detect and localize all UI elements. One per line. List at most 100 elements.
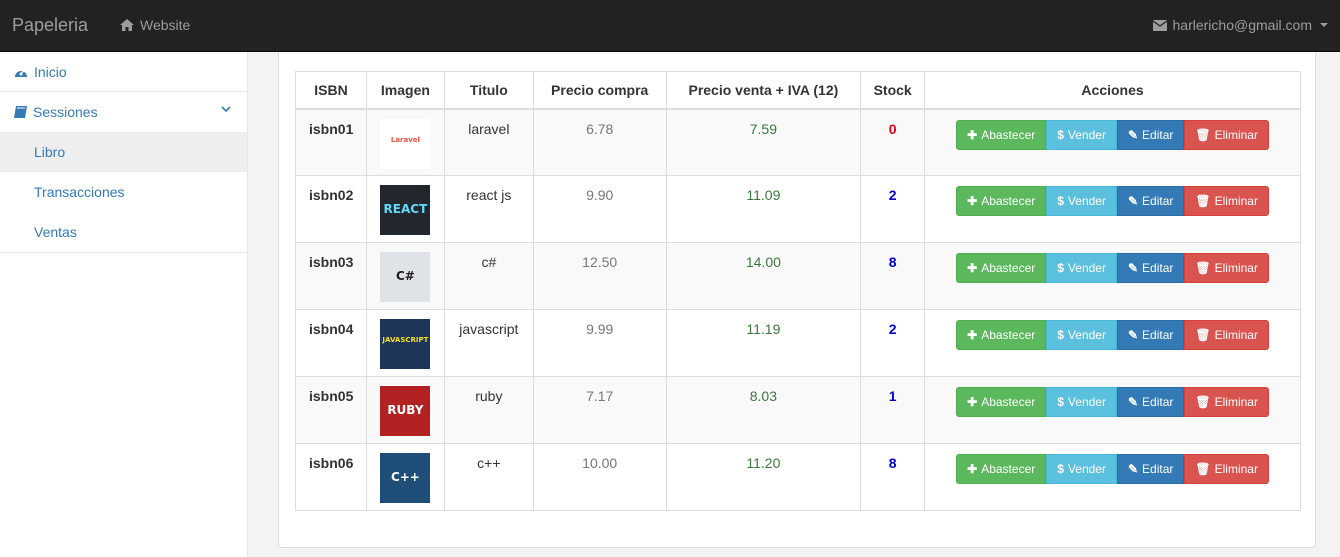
trash-icon: 🗑 bbox=[1195, 261, 1211, 275]
cell-stock: 2 bbox=[860, 309, 926, 377]
cell-precio-venta: 8.03 bbox=[665, 376, 862, 444]
editar-button[interactable]: ✎ Editar bbox=[1116, 119, 1185, 150]
editar-button[interactable]: ✎ Editar bbox=[1116, 320, 1185, 350]
chevron-down-icon bbox=[221, 106, 231, 113]
sidebar-item-sessiones[interactable]: Sessiones bbox=[0, 92, 247, 132]
vender-button[interactable]: $ Vender bbox=[1046, 387, 1117, 417]
button-label: Editar bbox=[1142, 127, 1174, 142]
plus-icon: ✚ bbox=[967, 462, 978, 476]
cell-precio-venta: 11.20 bbox=[665, 443, 862, 511]
cell-titulo: ruby bbox=[443, 376, 534, 444]
button-label: Editar bbox=[1142, 328, 1174, 342]
abastecer-button[interactable]: ✚ Abastecer bbox=[956, 186, 1047, 216]
cell-precio-compra: 9.90 bbox=[532, 175, 667, 243]
cell-titulo: react js bbox=[443, 175, 534, 243]
sidebar-subitem-libro[interactable]: Libro bbox=[0, 132, 247, 172]
trash-icon: 🗑 bbox=[1195, 328, 1211, 342]
vender-button[interactable]: $ Vender bbox=[1046, 320, 1117, 350]
cell-isbn: isbn01 bbox=[295, 108, 367, 176]
editar-button[interactable]: ✎ Editar bbox=[1116, 186, 1185, 216]
button-label: Eliminar bbox=[1214, 261, 1258, 275]
button-label: Abastecer bbox=[981, 395, 1036, 409]
cell-acciones: ✚ Abastecer $ Vender ✎ Editar 🗑 Eliminar bbox=[924, 443, 1301, 511]
vender-button[interactable]: $ Vender bbox=[1046, 119, 1117, 150]
cell-isbn: isbn05 bbox=[295, 376, 367, 444]
cover-title: RUBY bbox=[387, 403, 424, 417]
trash-icon: 🗑 bbox=[1195, 395, 1211, 409]
edit-icon: ✎ bbox=[1127, 328, 1139, 342]
abastecer-button[interactable]: ✚ Abastecer bbox=[956, 454, 1047, 484]
editar-button[interactable]: ✎ Editar bbox=[1116, 387, 1185, 417]
user-email: harlericho@gmail.com bbox=[1172, 17, 1312, 33]
abastecer-button[interactable]: ✚ Abastecer bbox=[956, 119, 1047, 150]
table-row: isbn01 Laravel laravel 6.78 7.59 0 ✚ Abastecer $… bbox=[295, 108, 1301, 176]
sidebar-group-sessiones: Sessiones Libro Transacciones Ventas bbox=[0, 92, 247, 253]
user-dropdown[interactable]: harlericho@gmail.com bbox=[1152, 17, 1328, 33]
button-label: Eliminar bbox=[1214, 462, 1258, 476]
cell-stock: 8 bbox=[860, 242, 926, 310]
button-label: Editar bbox=[1142, 194, 1174, 208]
dollar-icon: $ bbox=[1057, 261, 1064, 275]
dollar-icon: $ bbox=[1057, 328, 1064, 342]
editar-button[interactable]: ✎ Editar bbox=[1116, 253, 1185, 283]
table-row: isbn05 RUBY ruby 7.17 8.03 1 ✚ Abastecer $ Vender… bbox=[295, 376, 1301, 444]
sidebar-item-inicio[interactable]: Inicio bbox=[0, 52, 247, 92]
cell-imagen: REACT bbox=[365, 175, 445, 243]
cover-title: REACT bbox=[383, 202, 428, 216]
cell-titulo: javascript bbox=[443, 309, 534, 377]
button-label: Abastecer bbox=[981, 127, 1036, 142]
sidebar-subitem-transacciones[interactable]: Transacciones bbox=[0, 172, 247, 212]
cell-stock: 2 bbox=[860, 175, 926, 243]
eliminar-button[interactable]: 🗑 Eliminar bbox=[1184, 454, 1269, 484]
cell-precio-compra: 7.17 bbox=[532, 376, 667, 444]
button-label: Vender bbox=[1067, 261, 1106, 275]
abastecer-button[interactable]: ✚ Abastecer bbox=[956, 387, 1047, 417]
eliminar-button[interactable]: 🗑 Eliminar bbox=[1184, 119, 1269, 150]
cell-precio-compra: 12.50 bbox=[532, 242, 667, 310]
plus-icon: ✚ bbox=[967, 395, 978, 409]
header-titulo: Titulo bbox=[443, 71, 534, 110]
dollar-icon: $ bbox=[1057, 127, 1064, 142]
table-row: isbn03 C# c# 12.50 14.00 8 ✚ Abastecer $ Vender ✎ E… bbox=[295, 242, 1301, 310]
eliminar-button[interactable]: 🗑 Eliminar bbox=[1184, 387, 1269, 417]
button-label: Abastecer bbox=[981, 194, 1036, 208]
abastecer-button[interactable]: ✚ Abastecer bbox=[956, 320, 1047, 350]
vender-button[interactable]: $ Vender bbox=[1046, 186, 1117, 216]
top-navbar: Papeleria Website harlericho@gmail.com bbox=[0, 0, 1340, 52]
sidebar-subitem-ventas[interactable]: Ventas bbox=[0, 212, 247, 252]
button-label: Editar bbox=[1142, 462, 1174, 476]
edit-icon: ✎ bbox=[1127, 127, 1139, 142]
website-link[interactable]: Website bbox=[120, 17, 190, 33]
plus-icon: ✚ bbox=[967, 328, 978, 342]
button-label: Vender bbox=[1067, 194, 1106, 208]
button-label: Vender bbox=[1067, 462, 1106, 476]
sidebar-item-label: Inicio bbox=[34, 63, 67, 80]
button-label: Eliminar bbox=[1214, 194, 1258, 208]
cell-precio-compra: 9.99 bbox=[532, 309, 667, 377]
book-cover-image: REACT bbox=[380, 185, 431, 235]
cover-title: C++ bbox=[390, 470, 420, 484]
edit-icon: ✎ bbox=[1127, 261, 1139, 275]
eliminar-button[interactable]: 🗑 Eliminar bbox=[1184, 186, 1269, 216]
cell-precio-venta: 14.00 bbox=[665, 242, 862, 310]
cell-isbn: isbn06 bbox=[295, 443, 367, 511]
abastecer-button[interactable]: ✚ Abastecer bbox=[956, 253, 1047, 283]
cell-imagen: Laravel bbox=[365, 108, 445, 176]
eliminar-button[interactable]: 🗑 Eliminar bbox=[1184, 253, 1269, 283]
edit-icon: ✎ bbox=[1127, 194, 1139, 208]
editar-button[interactable]: ✎ Editar bbox=[1116, 454, 1185, 484]
cell-stock: 8 bbox=[860, 443, 926, 511]
cell-precio-venta: 11.09 bbox=[665, 175, 862, 243]
eliminar-button[interactable]: 🗑 Eliminar bbox=[1184, 320, 1269, 350]
brand-link[interactable]: Papeleria bbox=[12, 15, 88, 36]
button-label: Abastecer bbox=[981, 328, 1036, 342]
cover-title: JAVASCRIPT bbox=[382, 336, 429, 344]
edit-icon: ✎ bbox=[1127, 462, 1139, 476]
header-stock: Stock bbox=[860, 71, 926, 110]
header-imagen: Imagen bbox=[365, 71, 445, 110]
book-cover-image: Laravel bbox=[380, 118, 431, 169]
vender-button[interactable]: $ Vender bbox=[1046, 454, 1117, 484]
vender-button[interactable]: $ Vender bbox=[1046, 253, 1117, 283]
dollar-icon: $ bbox=[1057, 194, 1064, 208]
header-isbn: ISBN bbox=[295, 71, 367, 110]
